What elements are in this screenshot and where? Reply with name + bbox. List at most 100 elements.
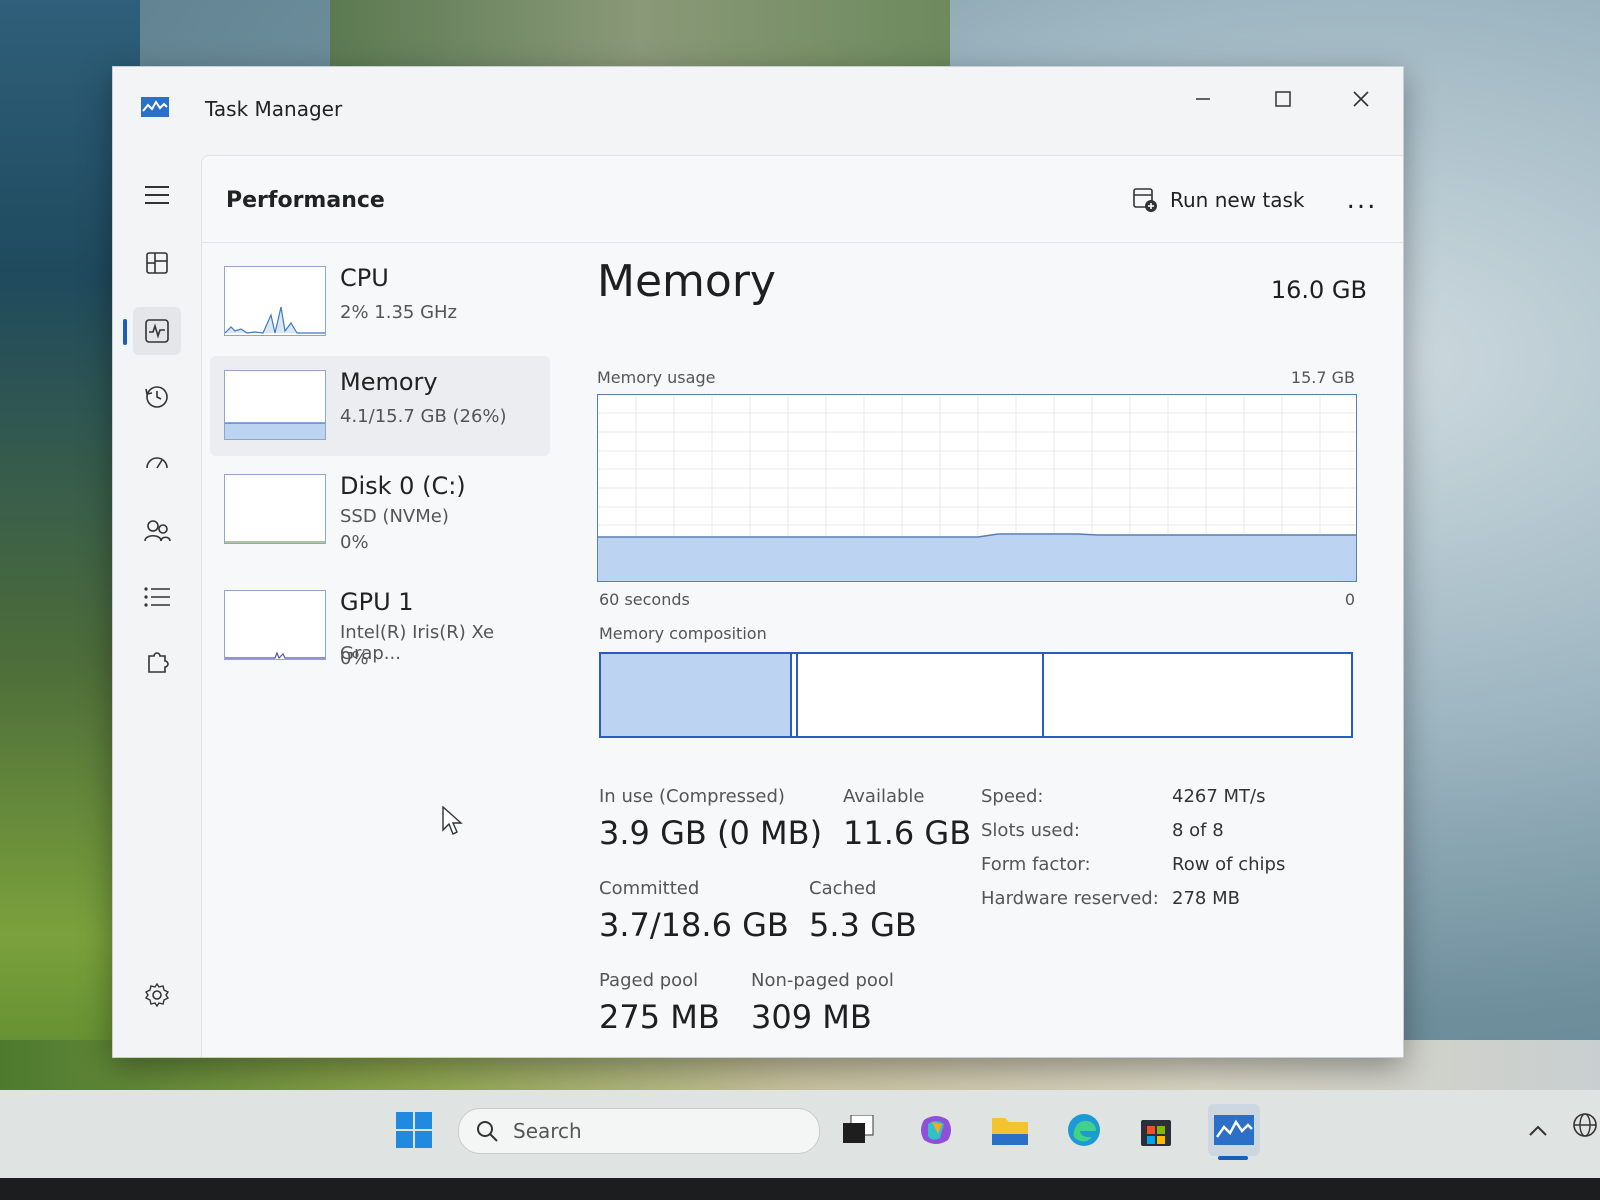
device-item-disk[interactable]: Disk 0 (C:) SSD (NVMe) 0% xyxy=(210,460,550,560)
search-icon xyxy=(477,1121,498,1142)
spec-hw-reserved-value: 278 MB xyxy=(1172,888,1240,909)
spec-speed-label: Speed: xyxy=(981,786,1044,807)
memory-total: 16.0 GB xyxy=(1270,276,1367,304)
nav-app-history[interactable] xyxy=(133,373,181,421)
store-button[interactable] xyxy=(1134,1108,1178,1152)
settings-gear-icon xyxy=(144,982,170,1008)
edge-browser-button[interactable] xyxy=(1062,1108,1106,1152)
search-placeholder: Search xyxy=(513,1119,582,1143)
device-name: Disk 0 (C:) xyxy=(340,472,466,500)
hamburger-icon xyxy=(145,186,169,204)
paged-pool-value: 275 MB xyxy=(599,998,720,1036)
history-icon xyxy=(145,386,168,408)
task-manager-window: Task Manager Performance Run new task ..… xyxy=(112,66,1404,1058)
content-area: Performance Run new task ... CPU 2% 1.35… xyxy=(201,155,1403,1057)
file-explorer-button[interactable] xyxy=(988,1108,1032,1152)
chevron-up-icon xyxy=(1529,1125,1547,1136)
device-detail: 2% 1.35 GHz xyxy=(340,302,458,323)
network-button[interactable] xyxy=(1572,1112,1598,1142)
page-title: Performance xyxy=(226,188,385,213)
minimize-icon xyxy=(1196,98,1210,100)
show-hidden-icons-button[interactable] xyxy=(1528,1118,1548,1143)
non-paged-pool-value: 309 MB xyxy=(751,998,872,1036)
time-end-label: 0 xyxy=(1344,590,1355,609)
task-manager-taskbar-button[interactable] xyxy=(1208,1104,1260,1156)
nav-processes[interactable] xyxy=(133,239,181,287)
wallpaper-top xyxy=(330,0,950,70)
folder-icon xyxy=(992,1118,1028,1145)
screen-bezel xyxy=(0,1178,1600,1200)
time-span-label: 60 seconds xyxy=(599,590,690,609)
device-name: CPU xyxy=(340,264,389,292)
memory-heading: Memory xyxy=(597,256,776,307)
windows-logo-icon xyxy=(396,1112,432,1148)
run-task-icon xyxy=(1133,188,1157,212)
navigation-rail xyxy=(113,155,201,1057)
more-icon: ... xyxy=(1346,185,1378,215)
memory-usage-max: 15.7 GB xyxy=(1290,368,1355,387)
cached-label: Cached xyxy=(809,878,877,899)
device-usage: 0% xyxy=(340,532,369,553)
device-item-memory[interactable]: Memory 4.1/15.7 GB (26%) xyxy=(210,356,550,456)
cpu-thumbnail-graph xyxy=(224,266,326,336)
memory-composition-label: Memory composition xyxy=(599,624,767,643)
nav-services[interactable] xyxy=(133,639,181,687)
available-value: 11.6 GB xyxy=(843,814,972,852)
spec-slots-value: 8 of 8 xyxy=(1172,820,1224,841)
nav-performance[interactable] xyxy=(133,307,181,355)
active-app-indicator xyxy=(1218,1156,1248,1160)
available-label: Available xyxy=(843,786,925,807)
taskbar-search-box[interactable]: Search xyxy=(458,1108,820,1154)
page-header: Performance Run new task ... xyxy=(202,156,1403,243)
paged-pool-label: Paged pool xyxy=(599,970,699,991)
run-new-task-button[interactable]: Run new task xyxy=(1132,180,1305,220)
nav-settings[interactable] xyxy=(133,971,181,1019)
more-options-button[interactable]: ... xyxy=(1342,180,1382,220)
active-indicator xyxy=(123,319,127,345)
store-bag-icon xyxy=(1141,1120,1171,1146)
device-detail: Intel(R) Iris(R) Xe Grap... xyxy=(340,622,495,664)
gpu-thumbnail-graph xyxy=(224,590,326,660)
services-puzzle-icon xyxy=(148,652,169,673)
device-detail: 4.1/15.7 GB (26%) xyxy=(340,406,507,427)
task-view-button[interactable] xyxy=(836,1108,880,1152)
minimize-button[interactable] xyxy=(1173,79,1233,119)
non-paged-pool-label: Non-paged pool xyxy=(751,970,894,991)
task-view-icon xyxy=(843,1115,874,1143)
memory-composition-bar xyxy=(599,652,1353,738)
spec-form-factor-label: Form factor: xyxy=(981,854,1091,875)
device-name: GPU 1 xyxy=(340,588,414,616)
hamburger-menu-button[interactable] xyxy=(133,171,181,219)
edge-icon xyxy=(1068,1114,1100,1146)
nav-users[interactable] xyxy=(133,507,181,555)
spec-form-factor-value: Row of chips xyxy=(1172,854,1286,875)
window-title: Task Manager xyxy=(205,97,343,121)
nav-details[interactable] xyxy=(133,573,181,621)
copilot-button[interactable] xyxy=(914,1108,958,1152)
nav-startup-apps[interactable] xyxy=(133,439,181,487)
close-icon xyxy=(1353,91,1369,107)
startup-speedometer-icon xyxy=(146,457,168,469)
processes-icon xyxy=(146,252,168,274)
committed-value: 3.7/18.6 GB xyxy=(599,906,789,944)
close-button[interactable] xyxy=(1331,79,1391,119)
in-use-value: 3.9 GB (0 MB) xyxy=(599,814,823,852)
copilot-icon xyxy=(921,1116,951,1144)
device-item-gpu[interactable]: GPU 1 Intel(R) Iris(R) Xe Grap... 0% xyxy=(210,576,550,676)
device-usage: 0% xyxy=(340,648,369,669)
maximize-button[interactable] xyxy=(1253,79,1313,119)
device-name: Memory xyxy=(340,368,438,396)
memory-usage-graph xyxy=(597,394,1357,582)
globe-icon xyxy=(1573,1113,1597,1137)
performance-icon xyxy=(145,319,169,343)
in-use-label: In use (Compressed) xyxy=(599,786,785,807)
maximize-icon xyxy=(1275,91,1291,107)
device-item-cpu[interactable]: CPU 2% 1.35 GHz xyxy=(210,252,550,352)
mouse-cursor-icon xyxy=(442,806,463,835)
title-bar[interactable]: Task Manager xyxy=(113,67,1403,155)
start-button[interactable] xyxy=(392,1108,436,1152)
users-icon xyxy=(144,520,171,542)
spec-slots-label: Slots used: xyxy=(981,820,1080,841)
task-manager-app-icon xyxy=(141,97,169,117)
task-manager-taskbar-icon xyxy=(1214,1115,1254,1145)
